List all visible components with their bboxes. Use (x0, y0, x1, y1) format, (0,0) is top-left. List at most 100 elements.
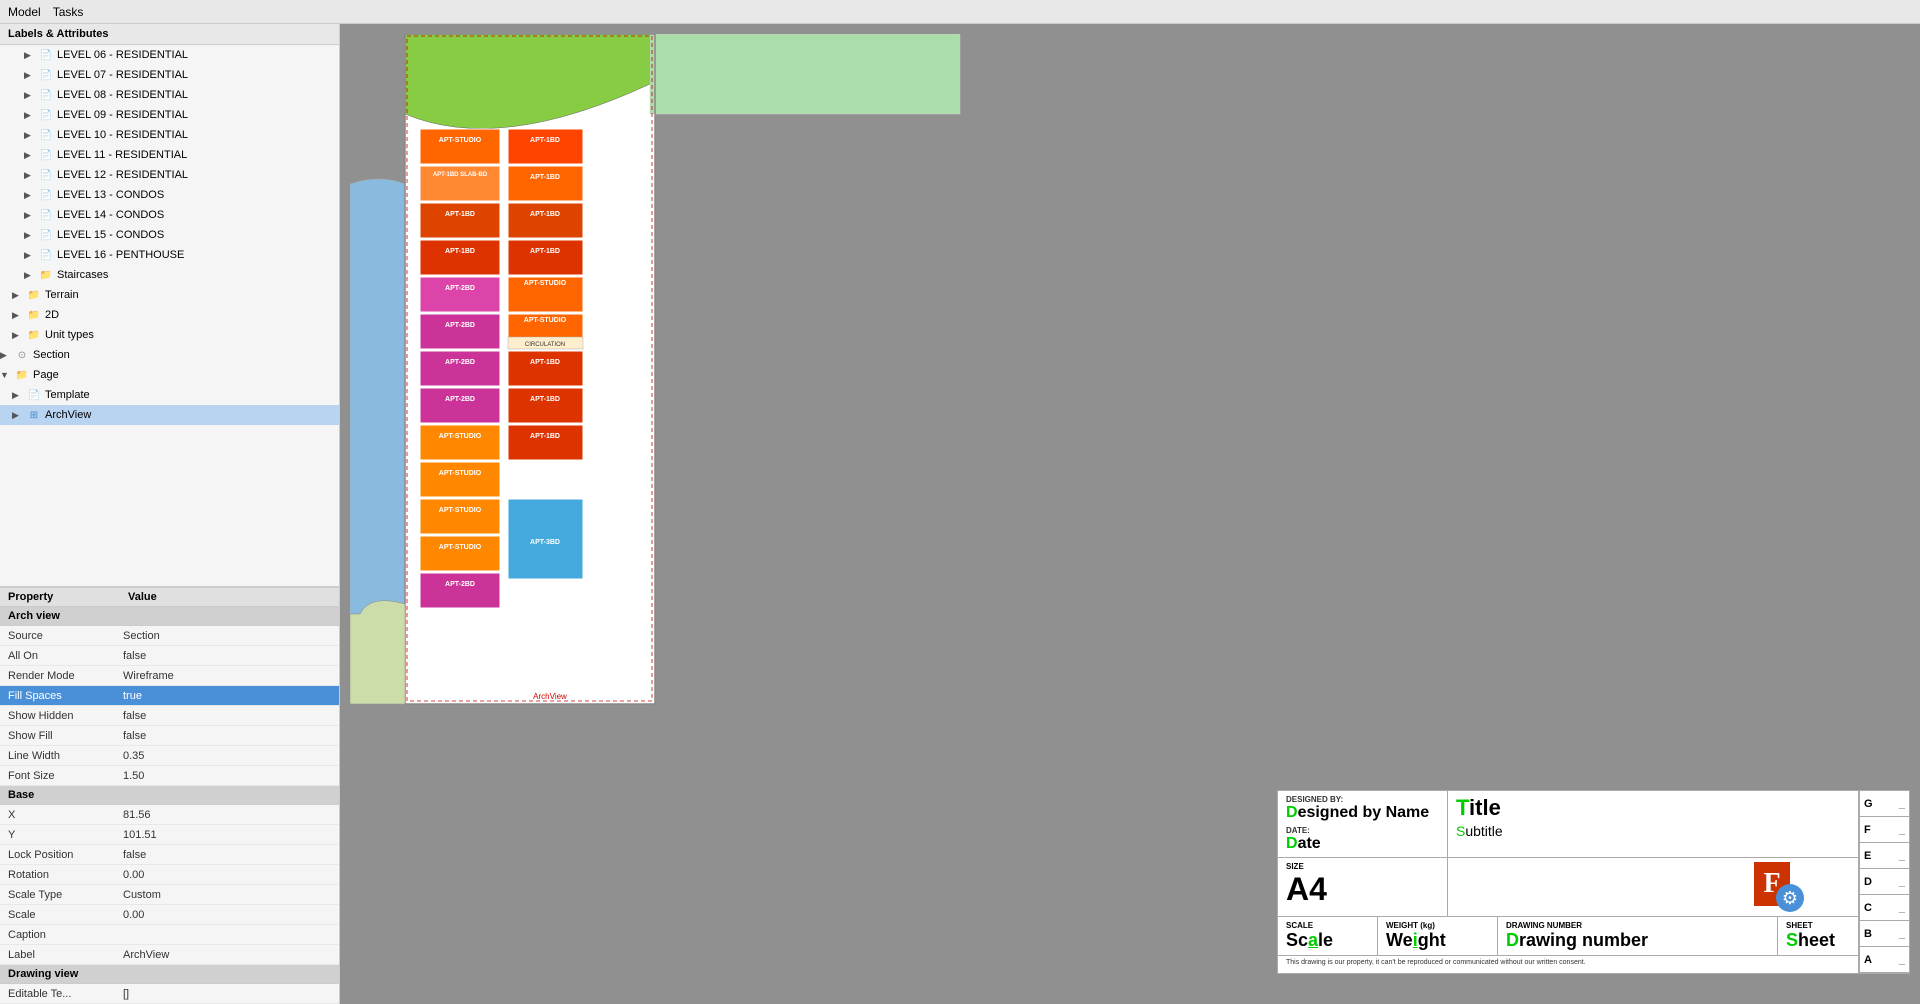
tree-item-section[interactable]: ▶⊙Section (0, 345, 339, 365)
tb-scale: SCALE Scale (1278, 917, 1378, 955)
props-row-scale[interactable]: Scale0.00 (0, 905, 339, 925)
rev-letter: D (1864, 876, 1872, 888)
weight-label: WEIGHT (kg) (1386, 921, 1489, 930)
tree-label: LEVEL 12 - RESIDENTIAL (57, 169, 188, 181)
tb-revisions: G_F_E_D_C_B_A_ (1859, 791, 1909, 973)
props-row-lock-position[interactable]: Lock Positionfalse (0, 845, 339, 865)
rev-letter: F (1864, 824, 1871, 836)
props-group-header-0: Arch view (0, 607, 339, 626)
prop-name: Line Width (8, 750, 123, 762)
tree-arrow[interactable]: ▶ (24, 130, 38, 141)
tree-item-template[interactable]: ▶📄Template (0, 385, 339, 405)
rev-letter: G (1864, 798, 1873, 810)
props-row-x[interactable]: X81.56 (0, 805, 339, 825)
tree-arrow[interactable]: ▶ (24, 70, 38, 81)
title-rest: itle (1469, 795, 1501, 820)
props-row-line-width[interactable]: Line Width0.35 (0, 746, 339, 766)
tree-label: LEVEL 06 - RESIDENTIAL (57, 49, 188, 61)
tree-arrow[interactable]: ▶ (24, 230, 38, 241)
tree-label: Page (33, 369, 59, 381)
tree-arrow[interactable]: ▶ (24, 190, 38, 201)
props-row-scale-type[interactable]: Scale TypeCustom (0, 885, 339, 905)
tree-arrow[interactable]: ▶ (12, 390, 26, 401)
tree-icon-doc: 📄 (38, 67, 54, 83)
tree-item-archview[interactable]: ▶⊞ArchView (0, 405, 339, 425)
props-row-all-on[interactable]: All Onfalse (0, 646, 339, 666)
prop-name: Rotation (8, 869, 123, 881)
props-row-fill-spaces[interactable]: Fill Spacestrue (0, 686, 339, 706)
tree-item-page[interactable]: ▼📁Page (0, 365, 339, 385)
disclaimer: This drawing is our property, it can't b… (1278, 955, 1858, 969)
tree-item-staircases[interactable]: ▶📁Staircases (0, 265, 339, 285)
props-row-rotation[interactable]: Rotation0.00 (0, 865, 339, 885)
tree-label: Unit types (45, 329, 94, 341)
svg-text:APT-2BD: APT-2BD (445, 396, 475, 403)
tree-arrow[interactable]: ▶ (0, 350, 14, 361)
tree-item-level10[interactable]: ▶📄LEVEL 10 - RESIDENTIAL (0, 125, 339, 145)
left-panel: Labels & Attributes ▶📄LEVEL 06 - RESIDEN… (0, 24, 340, 1004)
tree-icon-doc: 📄 (38, 167, 54, 183)
tree-arrow[interactable]: ▶ (12, 330, 26, 341)
tree-arrow[interactable]: ▶ (24, 90, 38, 101)
tree-icon-doc: 📄 (38, 187, 54, 203)
prop-name: All On (8, 650, 123, 662)
svg-text:APT-STUDIO: APT-STUDIO (439, 433, 482, 440)
props-row-caption[interactable]: Caption (0, 925, 339, 945)
prop-value: 0.00 (123, 909, 144, 921)
tree-item-level06[interactable]: ▶📄LEVEL 06 - RESIDENTIAL (0, 45, 339, 65)
prop-value: 0.00 (123, 869, 144, 881)
menu-tasks[interactable]: Tasks (53, 5, 84, 19)
tree-arrow[interactable]: ▶ (24, 170, 38, 181)
tb-bottom-row: SCALE Scale WEIGHT (kg) Weight DRAWING N… (1278, 917, 1858, 955)
tree-item-level07[interactable]: ▶📄LEVEL 07 - RESIDENTIAL (0, 65, 339, 85)
rev-letter: A (1864, 954, 1872, 966)
tb-top-row: DESIGNED BY: Designed by Name DATE: Date… (1278, 791, 1858, 858)
props-row-show-fill[interactable]: Show Fillfalse (0, 726, 339, 746)
sheet-value: Sheet (1786, 930, 1850, 951)
tree-item-level12[interactable]: ▶📄LEVEL 12 - RESIDENTIAL (0, 165, 339, 185)
tree-item-level09[interactable]: ▶📄LEVEL 09 - RESIDENTIAL (0, 105, 339, 125)
tree-item-level11[interactable]: ▶📄LEVEL 11 - RESIDENTIAL (0, 145, 339, 165)
props-row-label[interactable]: LabelArchView (0, 945, 339, 965)
tree-arrow[interactable]: ▶ (24, 250, 38, 261)
tree-arrow[interactable]: ▶ (24, 50, 38, 61)
tree-arrow[interactable]: ▶ (24, 150, 38, 161)
props-row-font-size[interactable]: Font Size1.50 (0, 766, 339, 786)
drawing-value: Drawing number (1506, 930, 1769, 951)
tree-label: LEVEL 09 - RESIDENTIAL (57, 109, 188, 121)
tb-mid-row: SIZE A4 F ⚙ (1278, 858, 1858, 917)
tree-item-unittypes[interactable]: ▶📁Unit types (0, 325, 339, 345)
props-row-render-mode[interactable]: Render ModeWireframe (0, 666, 339, 686)
tb-sheet: SHEET Sheet (1778, 917, 1858, 955)
props-row-y[interactable]: Y101.51 (0, 825, 339, 845)
menu-model[interactable]: Model (8, 5, 41, 19)
tree-item-level13[interactable]: ▶📄LEVEL 13 - CONDOS (0, 185, 339, 205)
tree-arrow[interactable]: ▶ (12, 310, 26, 321)
tree-container: ▶📄LEVEL 06 - RESIDENTIAL▶📄LEVEL 07 - RES… (0, 45, 339, 425)
tree-item-level08[interactable]: ▶📄LEVEL 08 - RESIDENTIAL (0, 85, 339, 105)
tree-arrow[interactable]: ▶ (24, 210, 38, 221)
tree-item-level16[interactable]: ▶📄LEVEL 16 - PENTHOUSE (0, 245, 339, 265)
tree-item-level14[interactable]: ▶📄LEVEL 14 - CONDOS (0, 205, 339, 225)
logo-icon: F ⚙ (1754, 862, 1804, 912)
title-green-t: T (1456, 795, 1469, 820)
tree-item-2d[interactable]: ▶📁2D (0, 305, 339, 325)
tree-arrow[interactable]: ▶ (12, 290, 26, 301)
props-row-source[interactable]: SourceSection (0, 626, 339, 646)
tree-arrow[interactable]: ▶ (12, 410, 26, 421)
menu-bar: Model Tasks (0, 0, 1920, 24)
tree-arrow[interactable]: ▼ (0, 370, 14, 380)
prop-value: 81.56 (123, 809, 151, 821)
tree-arrow[interactable]: ▶ (24, 270, 38, 281)
tree-item-terrain[interactable]: ▶📁Terrain (0, 285, 339, 305)
svg-text:APT-STUDIO: APT-STUDIO (439, 470, 482, 477)
tree-label: Staircases (57, 269, 108, 281)
svg-text:APT-1BD: APT-1BD (445, 211, 475, 218)
props-row-editable-te...[interactable]: Editable Te...[] (0, 984, 339, 1004)
tree-icon-doc: 📄 (38, 147, 54, 163)
tree-section: Labels & Attributes ▶📄LEVEL 06 - RESIDEN… (0, 24, 339, 587)
tree-arrow[interactable]: ▶ (24, 110, 38, 121)
prop-value: false (123, 650, 146, 662)
tree-item-level15[interactable]: ▶📄LEVEL 15 - CONDOS (0, 225, 339, 245)
props-row-show-hidden[interactable]: Show Hiddenfalse (0, 706, 339, 726)
